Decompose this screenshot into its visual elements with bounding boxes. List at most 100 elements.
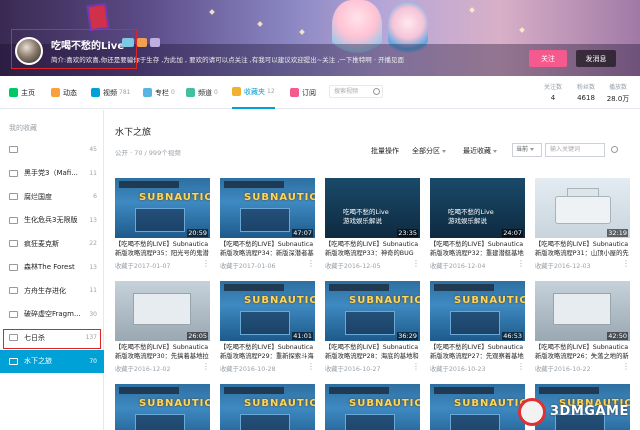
video-duration: 42:50 xyxy=(607,332,628,340)
chevron-down-icon xyxy=(530,148,535,151)
sidebar-folder-item[interactable]: 破碎虚空Fragm... 30 xyxy=(0,303,104,326)
tab-label: 视频 xyxy=(103,88,117,97)
tab-dynamic[interactable]: 动态 xyxy=(51,76,77,109)
tab-channel[interactable]: 频道 0 xyxy=(186,76,218,109)
video-card[interactable]: 吃喝不愁的Live 游戏娱乐解说 24:07 【吃喝不愁的LIVE】Subnauti… xyxy=(430,178,525,270)
more-options-icon[interactable]: ⋮ xyxy=(517,260,525,268)
video-card[interactable]: 26:05 【吃喝不愁的LIVE】Subnautica新版攻略流程P30：先搞着基… xyxy=(115,281,210,373)
folder-icon xyxy=(9,146,18,153)
more-options-icon[interactable]: ⋮ xyxy=(412,363,420,371)
video-card[interactable]: SUBNAUTICA xyxy=(325,384,420,430)
more-options-icon[interactable]: ⋮ xyxy=(307,260,315,268)
video-thumbnail[interactable]: SUBNAUTICA 41:01 xyxy=(220,281,315,341)
more-options-icon[interactable]: ⋮ xyxy=(307,363,315,371)
send-message-button[interactable]: 发消息 xyxy=(576,50,616,67)
sidebar-folder-item[interactable]: 45 xyxy=(0,138,104,161)
video-thumbnail[interactable]: SUBNAUTICA 47:07 xyxy=(220,178,315,238)
video-thumbnail[interactable]: SUBNAUTICA xyxy=(115,384,210,430)
video-thumbnail[interactable]: 吃喝不愁的Live 游戏娱乐解说 23:35 xyxy=(325,178,420,238)
video-title[interactable]: 【吃喝不愁的LIVE】Subnautica新版攻略流程P32：重建潜艇基地机 xyxy=(430,240,525,258)
video-card[interactable]: SUBNAUTICA 20:59 【吃喝不愁的LIVE】Subnautica新版攻略… xyxy=(115,178,210,270)
game-logo: SUBNAUTICA xyxy=(244,295,315,306)
sidebar-folder-item[interactable]: 疯狂麦克斯 22 xyxy=(0,232,104,255)
stat-fans[interactable]: 粉丝数 4618 xyxy=(568,82,604,102)
sidebar-folder-item[interactable]: 腐烂国度 6 xyxy=(0,185,104,208)
scope-select[interactable]: 当前 xyxy=(512,143,542,157)
video-title[interactable]: 【吃喝不愁的LIVE】Subnautica新版攻略流程P28：海底的基地和新 xyxy=(325,343,420,361)
more-options-icon[interactable]: ⋮ xyxy=(622,260,630,268)
video-thumbnail[interactable]: SUBNAUTICA xyxy=(325,384,420,430)
tab-label: 收藏夹 xyxy=(244,87,265,96)
scope-label: 当前 xyxy=(516,146,529,153)
vehicle-body xyxy=(555,196,611,224)
sidebar-folder-item[interactable]: 生化危兵3无限版 13 xyxy=(0,209,104,232)
stat-label: 粉丝数 xyxy=(576,84,595,91)
favorite-icon xyxy=(232,87,241,96)
title-strip xyxy=(434,284,494,291)
tab-subscribe[interactable]: 订阅 xyxy=(290,76,316,109)
more-options-icon[interactable]: ⋮ xyxy=(622,363,630,371)
video-card[interactable]: SUBNAUTICA 41:01 【吃喝不愁的LIVE】Subnautica新版攻略… xyxy=(220,281,315,373)
zone-dropdown[interactable]: 全部分区 xyxy=(412,146,446,156)
video-card[interactable]: SUBNAUTICA 36:29 【吃喝不愁的LIVE】Subnautica新版攻略… xyxy=(325,281,420,373)
more-options-icon[interactable]: ⋮ xyxy=(202,363,210,371)
video-title[interactable]: 【吃喝不愁的LIVE】Subnautica新版攻略流程P29：重新探索斗海区 xyxy=(220,343,315,361)
thumb-caption: 吃喝不愁的Live 游戏娱乐解说 xyxy=(343,208,389,225)
video-title[interactable]: 【吃喝不愁的LIVE】Subnautica新版攻略流程P30：先搞着基地拉了 xyxy=(115,343,210,361)
sort-dropdown[interactable]: 最近收藏 xyxy=(463,146,497,156)
video-title[interactable]: 【吃喝不愁的LIVE】Subnautica新版攻略流程P34：新版深潜者基地 xyxy=(220,240,315,258)
keyword-search-input[interactable]: 输入关键词 xyxy=(545,143,605,157)
video-card[interactable]: SUBNAUTICA xyxy=(220,384,315,430)
video-title[interactable]: 【吃喝不愁的LIVE】Subnautica新版攻略流程P27：先观察着基地是 xyxy=(430,343,525,361)
search-icon[interactable] xyxy=(611,146,618,153)
video-title[interactable]: 【吃喝不愁的LIVE】Subnautica新版攻略流程P33：神奇的BUG xyxy=(325,240,420,258)
video-card[interactable]: 42:50 【吃喝不愁的LIVE】Subnautica新版攻略流程P26：失落之地… xyxy=(535,281,630,373)
video-thumbnail[interactable]: SUBNAUTICA 46:53 xyxy=(430,281,525,341)
video-card[interactable]: SUBNAUTICA 47:07 【吃喝不愁的LIVE】Subnautica新版攻略… xyxy=(220,178,315,270)
video-duration: 24:07 xyxy=(502,229,523,237)
video-thumbnail[interactable]: 26:05 xyxy=(115,281,210,341)
sidebar-folder-item[interactable]: 森林The Forest 13 xyxy=(0,256,104,279)
ui-panel xyxy=(135,414,185,430)
sidebar-folder-item[interactable]: 方舟生存进化 11 xyxy=(0,279,104,302)
video-card[interactable]: SUBNAUTICA 46:53 【吃喝不愁的LIVE】Subnautica新版攻略… xyxy=(430,281,525,373)
video-thumbnail[interactable]: SUBNAUTICA 20:59 xyxy=(115,178,210,238)
video-thumbnail[interactable]: SUBNAUTICA xyxy=(430,384,525,430)
star-decoration xyxy=(519,27,525,33)
video-thumbnail[interactable]: 吃喝不愁的Live 游戏娱乐解说 24:07 xyxy=(430,178,525,238)
sidebar-item-label: 方舟生存进化 xyxy=(24,286,66,295)
video-thumbnail[interactable]: SUBNAUTICA xyxy=(220,384,315,430)
stat-following[interactable]: 关注数 4 xyxy=(535,82,571,102)
video-title[interactable]: 【吃喝不愁的LIVE】Subnautica新版攻略流程P26：失落之地的新生 xyxy=(535,343,630,361)
sidebar-item-count: 13 xyxy=(89,216,97,224)
video-card[interactable]: SUBNAUTICA xyxy=(115,384,210,430)
video-thumbnail[interactable]: 32:19 xyxy=(535,178,630,238)
more-options-icon[interactable]: ⋮ xyxy=(517,363,525,371)
video-thumbnail[interactable]: SUBNAUTICA 36:29 xyxy=(325,281,420,341)
tab-video[interactable]: 视频 781 xyxy=(91,76,130,109)
folder-icon xyxy=(9,287,18,294)
follow-button[interactable]: 关注 xyxy=(529,50,567,67)
video-card[interactable]: SUBNAUTICA xyxy=(430,384,525,430)
search-icon[interactable] xyxy=(373,88,380,95)
video-card[interactable]: 32:19 【吃喝不愁的LIVE】Subnautica新版攻略流程P31：山顶小屋… xyxy=(535,178,630,270)
ui-panel xyxy=(345,311,395,335)
tab-home[interactable]: 主页 xyxy=(9,76,35,109)
game-logo: SUBNAUTICA xyxy=(454,295,525,306)
favorite-date: 收藏于2017-01-06 xyxy=(220,263,276,270)
video-card[interactable]: 吃喝不愁的Live 游戏娱乐解说 23:35 【吃喝不愁的LIVE】Subnauti… xyxy=(325,178,420,270)
tab-column[interactable]: 专栏 0 xyxy=(143,76,175,109)
batch-operation-button[interactable]: 批量操作 xyxy=(371,146,399,156)
watermark-emblem-icon xyxy=(518,398,546,426)
tab-favorites[interactable]: 收藏夹 12 xyxy=(232,76,275,109)
tab-label: 订阅 xyxy=(302,88,316,97)
sidebar-folder-item[interactable]: 黑手党3（Mafi... 11 xyxy=(0,162,104,185)
more-options-icon[interactable]: ⋮ xyxy=(202,260,210,268)
video-title[interactable]: 【吃喝不愁的LIVE】Subnautica新版攻略流程P31：山顶小屋的先居 xyxy=(535,240,630,258)
more-options-icon[interactable]: ⋮ xyxy=(412,260,420,268)
ui-panel xyxy=(240,208,290,232)
dynamic-icon xyxy=(51,88,60,97)
sidebar-folder-item[interactable]: 水下之旅 70 xyxy=(0,349,104,373)
video-title[interactable]: 【吃喝不愁的LIVE】Subnautica新版攻略流程P35：阳光号的鬼潜 xyxy=(115,240,210,258)
video-thumbnail[interactable]: 42:50 xyxy=(535,281,630,341)
